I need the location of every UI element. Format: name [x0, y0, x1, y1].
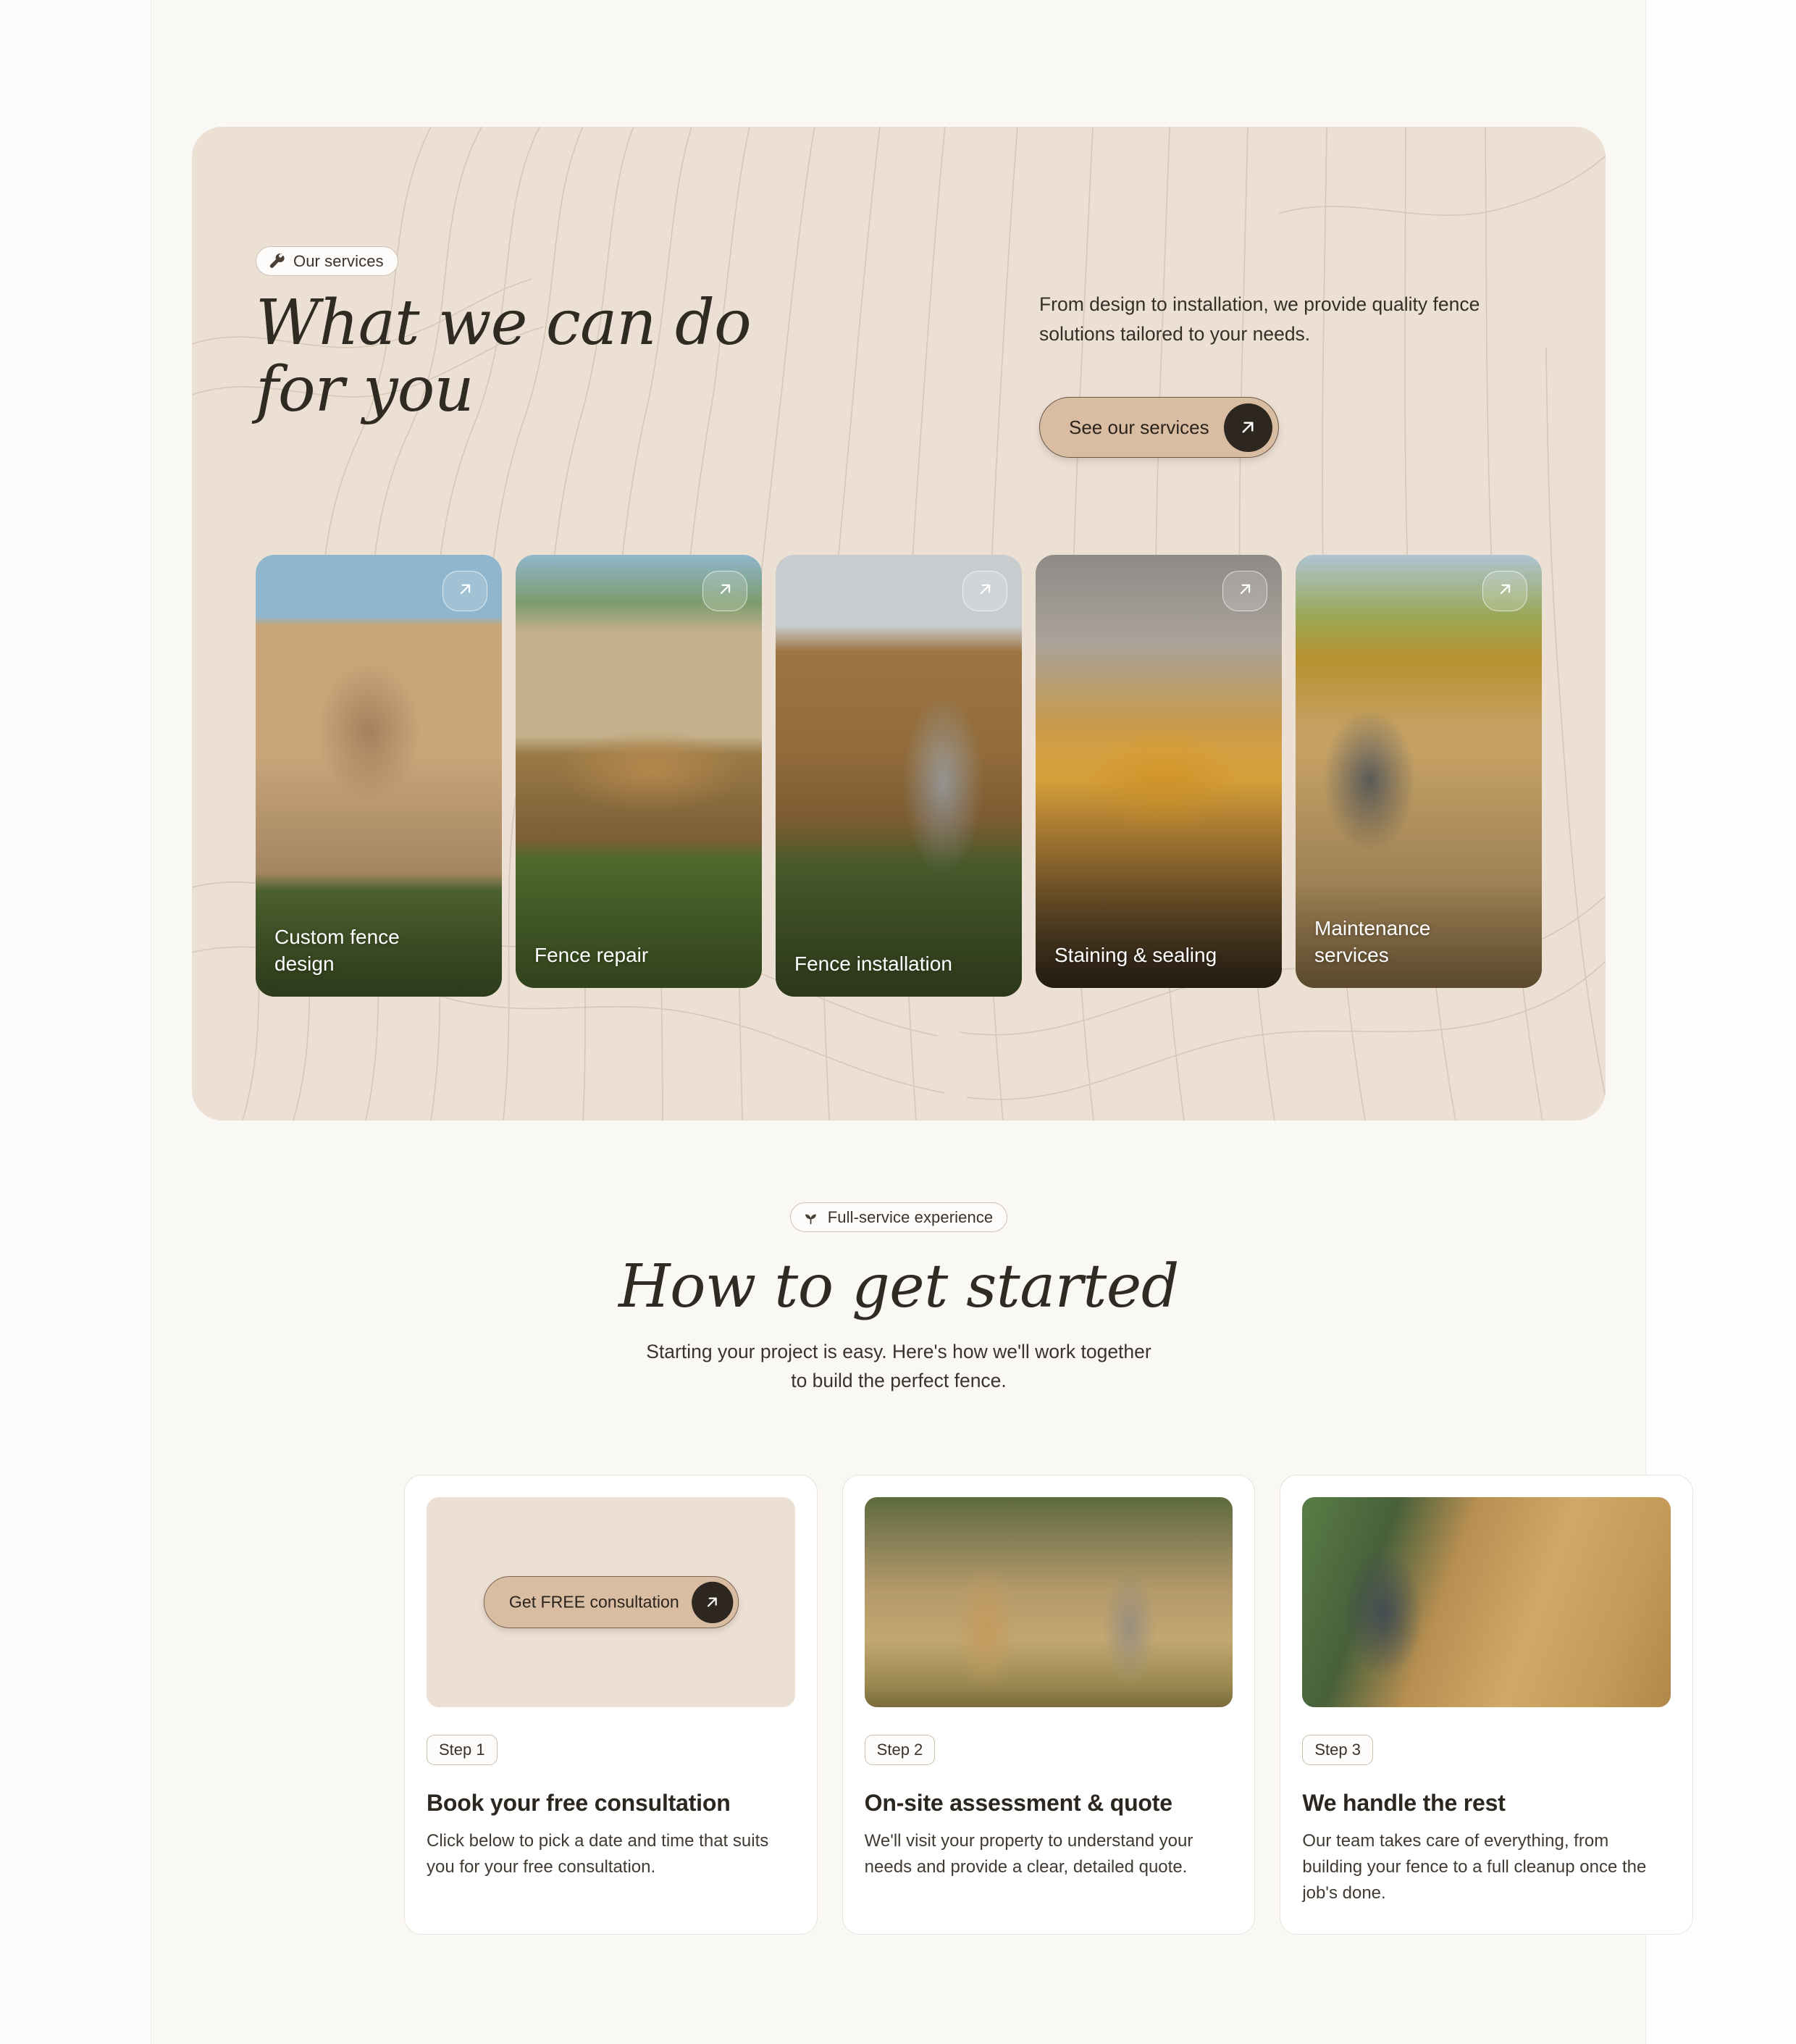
see-our-services-label: See our services	[1069, 416, 1209, 438]
hero-right-column: From design to installation, we provide …	[1039, 290, 1546, 458]
service-card-label: Maintenance services	[1314, 917, 1431, 967]
arrow-up-right-icon	[1223, 403, 1272, 452]
step-title: We handle the rest	[1302, 1790, 1506, 1816]
step-badge: Step 2	[864, 1735, 936, 1765]
service-card-label: Staining & sealing	[1054, 944, 1217, 967]
step-3-media	[1302, 1497, 1671, 1707]
service-card-arrow-button[interactable]	[702, 571, 747, 611]
badge-label: Our services	[293, 251, 384, 270]
service-card-arrow-button[interactable]	[962, 571, 1007, 611]
left-gutter	[0, 0, 151, 2044]
service-card-label: Fence installation	[794, 952, 952, 976]
step-card-2: Step 2 On-site assessment & quote We'll …	[842, 1475, 1256, 1935]
step-1-media: Get FREE consultation	[427, 1497, 795, 1707]
our-services-badge: Our services	[256, 246, 398, 276]
step-card-1: Get FREE consultation Step 1 Book your f…	[404, 1475, 818, 1935]
step-badge: Step 1	[427, 1735, 498, 1765]
full-service-experience-badge: Full-service experience	[789, 1202, 1008, 1232]
our-services-panel: Our services What we can do for you From …	[192, 127, 1606, 1121]
howto-subtitle: Starting your project is easy. Here's ho…	[646, 1340, 1151, 1391]
service-card-label: Fence repair	[534, 944, 649, 967]
services-description: From design to installation, we provide …	[1039, 293, 1480, 345]
service-card-label: Custom fence design	[274, 926, 400, 976]
step-title: On-site assessment & quote	[864, 1790, 1172, 1816]
get-free-consultation-label: Get FREE consultation	[508, 1592, 679, 1612]
step-title: Book your free consultation	[427, 1790, 731, 1816]
page-title-line-2: for you	[256, 353, 474, 427]
service-cards-row: Custom fence design Fence repair Fence i…	[256, 555, 1542, 997]
arrow-up-right-icon	[716, 579, 735, 603]
page-title: What we can do for you	[256, 290, 951, 423]
howto-title: How to get started	[618, 1252, 1179, 1321]
page-title-line-1: What we can do	[256, 287, 752, 359]
arrow-up-right-icon	[456, 579, 475, 603]
get-free-consultation-button[interactable]: Get FREE consultation	[483, 1576, 739, 1628]
how-to-get-started-section: Full-service experience How to get start…	[152, 1202, 1694, 1935]
page-content: Our services What we can do for you From …	[152, 0, 1694, 2044]
service-card-staining-and-sealing[interactable]: Staining & sealing	[1036, 555, 1282, 988]
step-badge: Step 3	[1302, 1735, 1373, 1765]
service-card-arrow-button[interactable]	[442, 571, 487, 611]
see-our-services-button[interactable]: See our services	[1039, 397, 1279, 458]
step-description: We'll visit your property to understand …	[864, 1831, 1193, 1877]
step-card-3: Step 3 We handle the rest Our team takes…	[1280, 1475, 1694, 1935]
sprout-icon	[802, 1208, 820, 1226]
service-card-fence-installation[interactable]: Fence installation	[776, 555, 1022, 997]
service-card-arrow-button[interactable]	[1482, 571, 1527, 611]
service-card-arrow-button[interactable]	[1222, 571, 1267, 611]
wrench-icon	[267, 252, 285, 270]
arrow-up-right-icon	[975, 579, 995, 603]
arrow-up-right-icon	[1495, 579, 1515, 603]
howto-badge-wrapper: Full-service experience	[152, 1202, 1645, 1232]
step-2-media	[864, 1497, 1233, 1707]
service-card-maintenance-services[interactable]: Maintenance services	[1296, 555, 1542, 988]
page-viewport: Our services What we can do for you From …	[0, 0, 1796, 2044]
steps-row: Get FREE consultation Step 1 Book your f…	[404, 1475, 1694, 1935]
service-card-fence-repair[interactable]: Fence repair	[516, 555, 762, 988]
step-description: Our team takes care of everything, from …	[1302, 1831, 1647, 1903]
badge-label: Full-service experience	[827, 1207, 994, 1226]
arrow-up-right-icon	[691, 1581, 733, 1623]
arrow-up-right-icon	[1235, 579, 1255, 603]
step-description: Click below to pick a date and time that…	[427, 1831, 769, 1877]
service-card-custom-fence-design[interactable]: Custom fence design	[256, 555, 502, 997]
